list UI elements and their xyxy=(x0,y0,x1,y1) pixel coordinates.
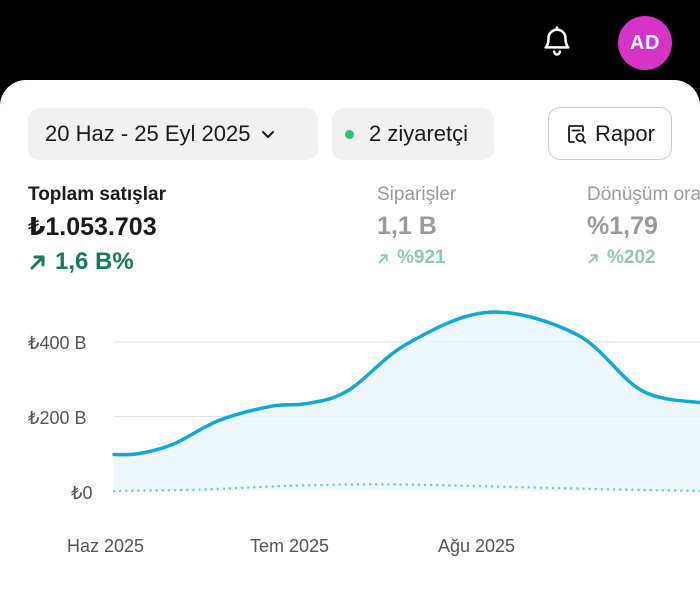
metric-label: Dönüşüm ora xyxy=(587,184,700,205)
metric-conversion[interactable]: Dönüşüm ora %1,79 %202 xyxy=(587,184,700,269)
y-tick-label: ₺200 B xyxy=(28,408,87,428)
arrow-up-right-icon xyxy=(30,255,45,270)
y-tick-label: ₺0 xyxy=(71,483,92,503)
top-bar: AD xyxy=(0,0,700,80)
chevron-down-icon xyxy=(260,126,276,142)
metric-orders[interactable]: Siparişler 1,1 B %921 xyxy=(377,184,456,269)
metric-value: 1,1 B xyxy=(377,212,437,240)
metric-value: ₺1.053.703 xyxy=(28,213,157,241)
sales-area-fill xyxy=(114,312,700,491)
metric-change: %921 xyxy=(377,247,456,269)
metric-change: %202 xyxy=(587,247,700,269)
date-range-selector[interactable]: 20 Haz - 25 Eyl 2025 xyxy=(28,108,318,160)
metric-change: 1,6 B% xyxy=(28,248,166,276)
live-status-dot xyxy=(345,129,354,139)
sales-chart: ₺400 B ₺200 B ₺0 Haz 2025 Tem 2025 Ağu 2… xyxy=(28,310,700,556)
metric-label: Toplam satışlar xyxy=(28,184,166,205)
metric-change-value: 1,6 B% xyxy=(55,248,134,275)
report-search-icon xyxy=(566,123,588,145)
report-button[interactable]: Rapor xyxy=(548,107,672,160)
metric-change-value: %202 xyxy=(607,247,656,268)
x-tick-label: Haz 2025 xyxy=(67,536,144,556)
metric-change-value: %921 xyxy=(397,247,446,268)
metric-value: %1,79 xyxy=(587,212,658,240)
metric-total-sales[interactable]: Toplam satışlar ₺1.053.703 1,6 B% xyxy=(28,184,166,276)
x-tick-label: Tem 2025 xyxy=(250,536,329,556)
avatar[interactable]: AD xyxy=(618,16,672,70)
visitors-label: 2 ziyaretçi xyxy=(369,121,469,146)
date-range-label: 20 Haz - 25 Eyl 2025 xyxy=(45,121,251,146)
visitors-pill[interactable]: 2 ziyaretçi xyxy=(332,108,494,160)
arrow-up-right-icon xyxy=(588,253,598,263)
arrow-up-right-icon xyxy=(378,253,388,263)
y-tick-label: ₺400 B xyxy=(28,333,87,353)
metric-label: Siparişler xyxy=(377,184,457,205)
bell-icon[interactable] xyxy=(538,22,576,60)
x-tick-label: Ağu 2025 xyxy=(438,536,515,556)
report-label: Rapor xyxy=(595,120,655,146)
